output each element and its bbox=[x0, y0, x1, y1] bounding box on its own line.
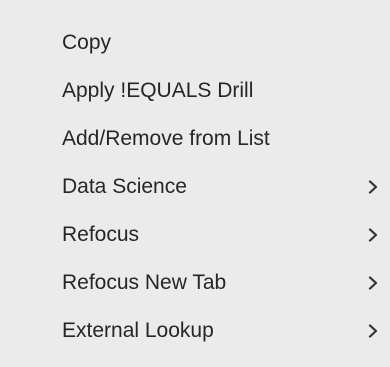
menu-item-copy[interactable]: Copy bbox=[0, 19, 390, 67]
menu-item-label: Apply !EQUALS Drill bbox=[62, 79, 254, 102]
menu-item-data-science[interactable]: Data Science bbox=[0, 163, 390, 211]
menu-item-refocus-new-tab[interactable]: Refocus New Tab bbox=[0, 259, 390, 307]
menu-item-refocus[interactable]: Refocus bbox=[0, 211, 390, 259]
menu-item-label: Add/Remove from List bbox=[62, 127, 270, 150]
chevron-right-icon bbox=[368, 228, 378, 242]
menu-item-label: Refocus bbox=[62, 223, 140, 246]
menu-item-label: Refocus New Tab bbox=[62, 271, 227, 294]
chevron-right-icon bbox=[368, 276, 378, 290]
menu-item-label: Data Science bbox=[62, 175, 187, 198]
menu-item-label: External Lookup bbox=[62, 319, 214, 342]
chevron-right-icon bbox=[368, 180, 378, 194]
menu-item-label: Copy bbox=[62, 31, 112, 54]
menu-item-add-remove-from-list[interactable]: Add/Remove from List bbox=[0, 115, 390, 163]
menu-item-external-lookup[interactable]: External Lookup bbox=[0, 307, 390, 355]
menu-item-apply-equals-drill[interactable]: Apply !EQUALS Drill bbox=[0, 67, 390, 115]
chevron-right-icon bbox=[368, 324, 378, 338]
context-menu: Copy Apply !EQUALS Drill Add/Remove from… bbox=[0, 0, 390, 367]
